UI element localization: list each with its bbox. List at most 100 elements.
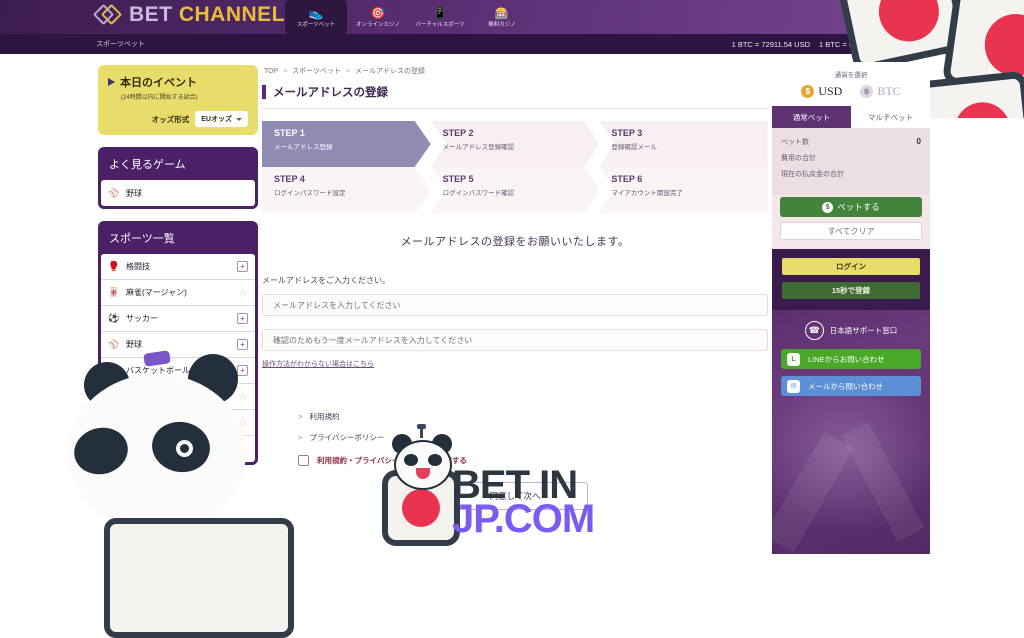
currency-option-usd[interactable]: $ USD — [801, 84, 842, 99]
popular-games-title: よく見るゲーム — [109, 159, 186, 171]
bet-payout-label: 現在の払戻金の合計 — [781, 171, 844, 178]
list-item[interactable]: ⚾ 野球 + — [101, 332, 255, 358]
line-contact-button[interactable]: L LINEからお問い合わせ — [781, 349, 921, 369]
breadcrumb-separator: > — [283, 68, 288, 75]
step-3: STEP 3 登録確認メール — [599, 121, 769, 167]
timezone-selector[interactable]: (+9) — [949, 40, 974, 49]
bet-summary-row-cost: 費用の合計 — [781, 153, 921, 163]
list-item[interactable]: 🥊 格闘技 + — [101, 254, 255, 280]
terms-of-use-link[interactable]: 利用規約 — [309, 412, 339, 421]
login-button[interactable]: ログイン — [782, 258, 920, 275]
baseball-icon: ⚾ — [108, 339, 120, 349]
main-content: TOP > スポーツベット > メールアドレスの登録 メールアドレスの登録 ST… — [262, 62, 769, 510]
breadcrumb-separator: > — [345, 68, 351, 75]
breadcrumb-item-top[interactable]: TOP — [264, 68, 278, 75]
privacy-policy-link[interactable]: プライバシーポリシー — [309, 433, 384, 442]
expand-icon[interactable]: + — [237, 365, 248, 376]
place-bet-button[interactable]: $ ベットする — [780, 197, 922, 217]
nav-item-online-casino[interactable]: 🎯 オンラインカジノ — [347, 0, 409, 34]
nav-item-free-casino[interactable]: 🎰 無料カジノ — [471, 0, 533, 34]
clear-all-button[interactable]: すべてクリア — [780, 222, 922, 240]
lead-text: メールアドレスの登録をお願いいたします。 — [400, 236, 630, 248]
nav-item-sports-bet[interactable]: 👟 スポーツベット — [285, 0, 347, 34]
privacy-link-row[interactable]: > プライバシーポリシー — [298, 432, 768, 443]
help-link[interactable]: 操作方法がわからない場合はこちら — [262, 359, 374, 369]
page-title: メールアドレスの登録 — [273, 87, 388, 99]
odds-format-label: オッズ形式 — [151, 114, 190, 124]
envelope-icon: ✉ — [787, 379, 800, 393]
list-item[interactable]: 🀄 麻雀(マージャン) ☆ — [101, 280, 255, 306]
brand-name: BET CHANNEL — [129, 3, 285, 27]
list-item[interactable]: 🏀 バスケットボール + — [101, 358, 255, 384]
odds-format-select[interactable]: EUオッズ — [195, 111, 248, 127]
currency-label-btc: BTC — [877, 84, 901, 98]
star-icon[interactable]: ☆ — [238, 443, 248, 456]
breadcrumb-item-sports[interactable]: スポーツベット — [292, 68, 341, 75]
register-button[interactable]: 15秒で登録 — [782, 282, 920, 299]
step-2: STEP 2 メールアドレス登録確認 — [430, 121, 600, 167]
step-6-number: STEP 6 — [611, 174, 643, 184]
currency-option-btc[interactable]: ฿ BTC — [860, 84, 901, 99]
baseball-icon: ⚾ — [108, 187, 120, 198]
flag-card-3 — [916, 70, 1024, 118]
page-title-wrap: メールアドレスの登録 — [262, 84, 768, 109]
language-label: 日本語 — [918, 39, 941, 49]
left-sidebar: 本日のイベント (24時間以内に開始する試合) オッズ形式 EUオッズ よく見る… — [98, 65, 258, 465]
list-item[interactable]: ☆ — [101, 436, 255, 462]
star-icon[interactable]: ☆ — [238, 416, 248, 429]
odds-type-label[interactable]: EUオッズ — [983, 39, 1016, 50]
step-3-number: STEP 3 — [611, 128, 643, 138]
brand-word-bet: BET — [129, 3, 173, 26]
expand-icon[interactable]: + — [237, 313, 248, 324]
odds-format-value: EUオッズ — [201, 116, 232, 123]
bet-count-label: ベット数 — [781, 139, 809, 146]
title-accent-bar — [262, 85, 266, 99]
currency-options: $ USD ฿ BTC — [772, 84, 930, 106]
tab-multi-bet[interactable]: マルチベット — [851, 106, 930, 128]
nav-label-sports-bet: スポーツベット — [296, 21, 336, 28]
step-row-top: STEP 1 メールアドレス登録 STEP 2 メールアドレス登録確認 STEP… — [262, 121, 769, 167]
tab-normal-bet[interactable]: 通常ベット — [772, 106, 851, 128]
nav-label-virtual-sports: バーチャルスポーツ — [415, 21, 465, 28]
todays-events-subtitle: (24時間以内に開始する試合) — [121, 95, 198, 101]
step-6-desc: マイアカウント開設完了 — [611, 190, 683, 197]
place-bet-label: ベットする — [837, 202, 880, 212]
mahjong-icon: 🀄 — [108, 287, 120, 297]
list-item[interactable]: ⚽ サッカー + — [101, 306, 255, 332]
email-input[interactable] — [262, 294, 768, 316]
step-3-desc: 登録確認メール — [611, 144, 657, 151]
step-row-bottom: STEP 4 ログインパスワード設定 STEP 5 ログインパスワード確認 ST… — [262, 167, 769, 213]
panda-flag-card — [104, 518, 294, 638]
todays-events-box[interactable]: 本日のイベント (24時間以内に開始する試合) オッズ形式 EUオッズ — [98, 65, 258, 135]
expand-icon[interactable]: + — [237, 261, 248, 272]
breadcrumb-item-current: メールアドレスの登録 — [355, 68, 426, 75]
list-item[interactable]: ☆ — [101, 384, 255, 410]
phone-24h-icon: ☎ — [804, 321, 824, 340]
dollar-coin-icon: $ — [801, 85, 815, 98]
soccer-icon: ⚽ — [108, 313, 120, 323]
email-confirm-input[interactable] — [262, 329, 768, 351]
subnav-label[interactable]: スポーツベット — [96, 39, 145, 49]
language-selector[interactable]: 日本語 — [907, 39, 941, 50]
step-5: STEP 5 ログインパスワード確認 — [430, 167, 600, 213]
nav-item-virtual-sports[interactable]: 📱 バーチャルスポーツ — [409, 0, 471, 34]
list-item-label: サッカー — [126, 314, 158, 323]
agree-checkbox[interactable] — [298, 455, 309, 466]
list-item[interactable]: ☆ — [101, 410, 255, 436]
mail-contact-button[interactable]: ✉ メールから問い合わせ — [781, 376, 921, 396]
dollar-coin-icon: $ — [822, 201, 834, 213]
brand-logo[interactable]: BET CHANNEL — [92, 2, 285, 28]
bet-summary-row-payout: 現在の払戻金の合計 — [781, 169, 921, 179]
star-icon[interactable]: ☆ — [238, 390, 248, 403]
terms-link-row[interactable]: > 利用規約 — [298, 411, 768, 422]
bitcoin-coin-icon: ฿ — [860, 85, 874, 98]
step-4-number: STEP 4 — [274, 174, 305, 184]
step-2-desc: メールアドレス登録確認 — [442, 144, 515, 151]
currency-label-usd: USD — [818, 84, 843, 98]
star-icon[interactable]: ☆ — [238, 286, 248, 299]
rate-usd: 1 BTC = 72911.54 USD — [731, 39, 811, 49]
support-section: ☎ 日本語サポート窓口 L LINEからお問い合わせ ✉ メールから問い合わせ — [772, 310, 930, 396]
expand-icon[interactable]: + — [237, 339, 248, 350]
terms-section: > 利用規約 > プライバシーポリシー 利用規約・プライバシーポリシーに同意する — [262, 411, 768, 466]
list-item[interactable]: ⚾ 野球 — [101, 180, 255, 206]
